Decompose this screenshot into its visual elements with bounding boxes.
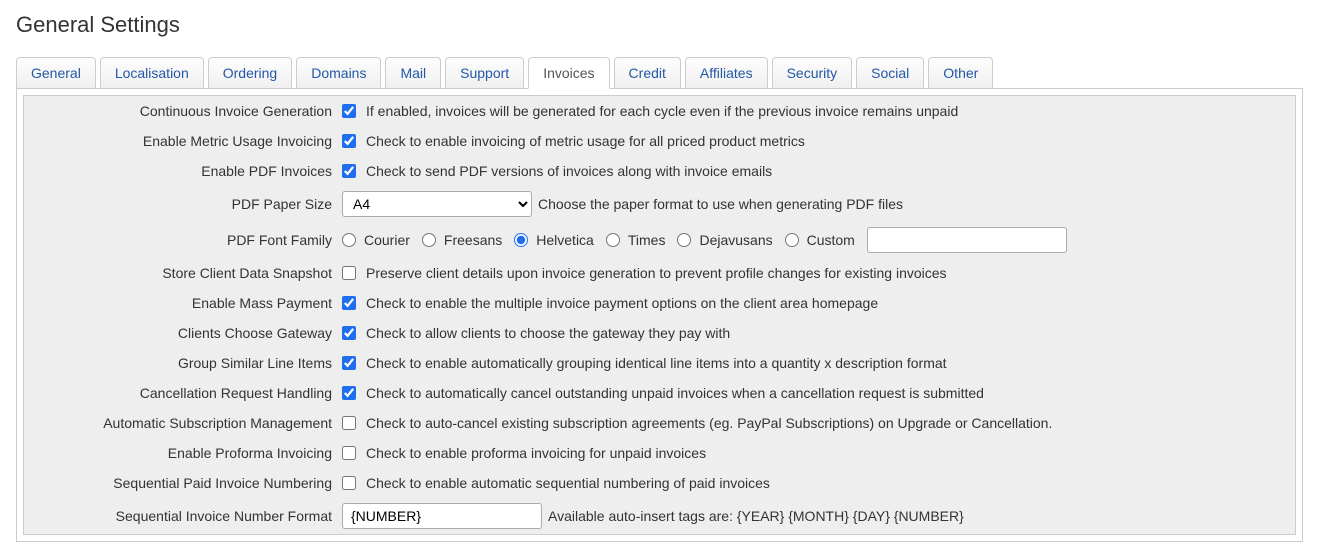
checkbox-mass-payment[interactable] <box>342 296 356 310</box>
radio-font-freesans[interactable] <box>422 233 436 247</box>
desc-cancel-handling: Check to automatically cancel outstandin… <box>366 385 984 401</box>
radio-font-dejavusans[interactable] <box>677 233 691 247</box>
radio-label-freesans: Freesans <box>444 232 502 248</box>
label-metric-usage: Enable Metric Usage Invoicing <box>24 133 342 149</box>
label-paper-size: PDF Paper Size <box>24 196 342 212</box>
radio-label-dejavusans: Dejavusans <box>699 232 772 248</box>
label-continuous-invoice: Continuous Invoice Generation <box>24 103 342 119</box>
checkbox-metric-usage[interactable] <box>342 134 356 148</box>
checkbox-enable-pdf[interactable] <box>342 164 356 178</box>
desc-proforma: Check to enable proforma invoicing for u… <box>366 445 706 461</box>
checkbox-proforma[interactable] <box>342 446 356 460</box>
radio-label-helvetica: Helvetica <box>536 232 594 248</box>
desc-enable-pdf: Check to send PDF versions of invoices a… <box>366 163 772 179</box>
input-seq-format[interactable] <box>342 503 542 529</box>
tab-mail[interactable]: Mail <box>385 57 441 89</box>
tab-invoices[interactable]: Invoices <box>528 57 609 89</box>
label-choose-gateway: Clients Choose Gateway <box>24 325 342 341</box>
desc-metric-usage: Check to enable invoicing of metric usag… <box>366 133 805 149</box>
label-group-items: Group Similar Line Items <box>24 355 342 371</box>
radio-label-times: Times <box>628 232 666 248</box>
desc-snapshot: Preserve client details upon invoice gen… <box>366 265 947 281</box>
desc-group-items: Check to enable automatically grouping i… <box>366 355 947 371</box>
checkbox-group-items[interactable] <box>342 356 356 370</box>
settings-tabs: General Localisation Ordering Domains Ma… <box>16 56 1303 88</box>
tab-support[interactable]: Support <box>445 57 524 89</box>
settings-panel: Continuous Invoice Generation If enabled… <box>16 88 1303 542</box>
tab-credit[interactable]: Credit <box>614 57 681 89</box>
desc-seq-format: Available auto-insert tags are: {YEAR} {… <box>548 508 964 524</box>
label-font-family: PDF Font Family <box>24 232 342 248</box>
tab-ordering[interactable]: Ordering <box>208 57 292 89</box>
checkbox-seq-paid[interactable] <box>342 476 356 490</box>
desc-mass-payment: Check to enable the multiple invoice pay… <box>366 295 878 311</box>
checkbox-subscription-mgmt[interactable] <box>342 416 356 430</box>
tab-social[interactable]: Social <box>856 57 924 89</box>
desc-continuous-invoice: If enabled, invoices will be generated f… <box>366 103 958 119</box>
desc-paper-size: Choose the paper format to use when gene… <box>538 196 903 212</box>
checkbox-continuous-invoice[interactable] <box>342 104 356 118</box>
radio-font-helvetica[interactable] <box>514 233 528 247</box>
label-seq-format: Sequential Invoice Number Format <box>24 508 342 524</box>
tab-affiliates[interactable]: Affiliates <box>685 57 768 89</box>
checkbox-cancel-handling[interactable] <box>342 386 356 400</box>
label-proforma: Enable Proforma Invoicing <box>24 445 342 461</box>
desc-subscription-mgmt: Check to auto-cancel existing subscripti… <box>366 415 1052 431</box>
checkbox-snapshot[interactable] <box>342 266 356 280</box>
tab-localisation[interactable]: Localisation <box>100 57 204 89</box>
input-font-custom[interactable] <box>867 227 1067 253</box>
radio-font-courier[interactable] <box>342 233 356 247</box>
desc-seq-paid: Check to enable automatic sequential num… <box>366 475 770 491</box>
select-paper-size[interactable]: A4 <box>342 191 532 217</box>
radio-label-courier: Courier <box>364 232 410 248</box>
tab-security[interactable]: Security <box>772 57 853 89</box>
radio-font-custom[interactable] <box>785 233 799 247</box>
tab-general[interactable]: General <box>16 57 96 89</box>
label-mass-payment: Enable Mass Payment <box>24 295 342 311</box>
label-enable-pdf: Enable PDF Invoices <box>24 163 342 179</box>
radio-label-custom: Custom <box>807 232 855 248</box>
label-seq-paid: Sequential Paid Invoice Numbering <box>24 475 342 491</box>
label-cancel-handling: Cancellation Request Handling <box>24 385 342 401</box>
label-subscription-mgmt: Automatic Subscription Management <box>24 415 342 431</box>
radio-font-times[interactable] <box>606 233 620 247</box>
tab-domains[interactable]: Domains <box>296 57 381 89</box>
label-snapshot: Store Client Data Snapshot <box>24 265 342 281</box>
page-title: General Settings <box>16 12 1303 38</box>
desc-choose-gateway: Check to allow clients to choose the gat… <box>366 325 730 341</box>
checkbox-choose-gateway[interactable] <box>342 326 356 340</box>
tab-other[interactable]: Other <box>928 57 993 89</box>
